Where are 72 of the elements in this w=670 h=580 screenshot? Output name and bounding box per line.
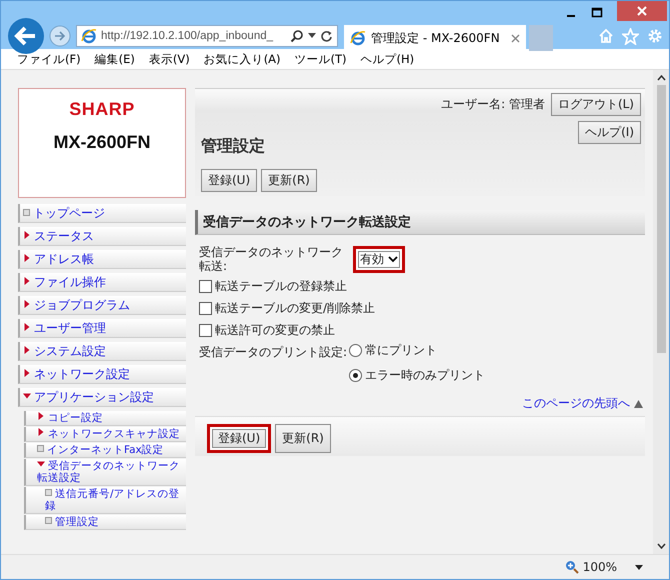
ie-icon	[81, 28, 97, 44]
back-icon[interactable]	[7, 17, 45, 55]
nav-item[interactable]: 送信元番号/アドレスの登録	[24, 487, 186, 514]
nav-item[interactable]: トップページ	[18, 204, 186, 223]
square-bullet-icon	[23, 209, 30, 216]
update-button[interactable]: 更新(R)	[261, 169, 317, 192]
checkbox[interactable]	[199, 302, 212, 315]
checkbox-option[interactable]: 転送テーブルの登録禁止	[199, 278, 645, 295]
user-name: ユーザー名: 管理者	[441, 96, 545, 113]
square-bullet-icon	[45, 489, 52, 496]
zoom-level[interactable]: 100%	[582, 560, 617, 574]
page-title: 管理設定	[201, 136, 266, 157]
scrollbar[interactable]	[653, 70, 669, 554]
caret-icon[interactable]	[308, 33, 316, 39]
nav-item[interactable]: インターネットFax設定	[24, 443, 186, 458]
star-icon[interactable]	[622, 28, 639, 44]
radio-button[interactable]	[349, 344, 362, 357]
menu-item[interactable]: ツール(T)	[288, 52, 355, 66]
menu-item[interactable]: 編集(E)	[88, 52, 143, 66]
radio-option[interactable]: エラー時のみプリント	[349, 367, 485, 384]
section-title: 受信データのネットワーク転送設定	[195, 210, 645, 235]
close-icon	[636, 5, 648, 17]
close-button[interactable]	[617, 1, 667, 21]
scroll-up-icon[interactable]	[656, 75, 666, 81]
page-top-link[interactable]: このページの先頭へ	[522, 395, 630, 412]
address-text: http://192.10.2.100/app_inbound_	[101, 30, 274, 42]
register-button[interactable]: 登録(U)	[201, 169, 258, 192]
radio-button[interactable]	[349, 369, 362, 382]
close-icon[interactable]	[511, 34, 520, 42]
zoom-icon[interactable]	[564, 560, 579, 574]
radio-option[interactable]: 常にプリント	[349, 342, 485, 359]
nav-item[interactable]: ジョブプログラム	[18, 296, 186, 315]
refresh-icon[interactable]	[320, 30, 333, 42]
nav-item[interactable]: ファイル操作	[18, 273, 186, 292]
update-button[interactable]: 更新(R)	[275, 424, 331, 453]
register-button[interactable]: 登録(U)	[207, 424, 272, 453]
nav-item[interactable]: システム設定	[18, 342, 186, 361]
address-bar[interactable]: http://192.10.2.100/app_inbound_	[76, 25, 338, 47]
nav-item[interactable]: ユーザー管理	[18, 319, 186, 338]
checkbox[interactable]	[199, 324, 212, 337]
checkbox-option[interactable]: 転送テーブルの変更/削除禁止	[199, 300, 645, 317]
nav-item[interactable]: アプリケーション設定	[18, 388, 186, 407]
nav-item[interactable]: ネットワークスキャナ設定	[24, 427, 186, 442]
checkbox-option[interactable]: 転送許可の変更の禁止	[199, 322, 645, 339]
field-label: 受信データのネットワーク転送:	[199, 245, 344, 273]
checkbox[interactable]	[199, 280, 212, 293]
ie-icon	[350, 30, 366, 46]
transfer-select[interactable]: 有効	[353, 246, 405, 273]
chevron-icon	[388, 256, 398, 263]
up-triangle-icon	[634, 400, 643, 408]
menu-item[interactable]: 表示(V)	[142, 52, 198, 66]
model-name: MX-2600FN	[53, 132, 151, 153]
maximize-icon[interactable]	[591, 7, 603, 19]
nav-item[interactable]: ステータス	[18, 227, 186, 246]
brand-logo: SHARP	[69, 99, 135, 120]
menu-item[interactable]: ヘルプ(H)	[354, 52, 422, 66]
nav-item[interactable]: ネットワーク設定	[18, 365, 186, 384]
nav-item[interactable]: コピー設定	[24, 411, 186, 426]
logout-button[interactable]: ログアウト(L)	[550, 93, 641, 116]
field-label: 受信データのプリント設定:	[199, 344, 348, 361]
scroll-down-icon[interactable]	[656, 543, 666, 549]
nav-item[interactable]: 受信データのネットワーク転送設定	[24, 459, 186, 486]
menu-item[interactable]: ファイル(F)	[11, 52, 89, 66]
menu-item[interactable]: お気に入り(A)	[198, 52, 289, 66]
caret-icon[interactable]	[635, 564, 643, 570]
nav-item[interactable]: アドレス帳	[18, 250, 186, 269]
browser-tab[interactable]: 管理設定 - MX-2600FN	[344, 25, 526, 51]
nav-item[interactable]: 管理設定	[24, 515, 186, 530]
square-bullet-icon	[45, 517, 52, 524]
help-button[interactable]: ヘルプ(I)	[578, 121, 641, 144]
square-bullet-icon	[37, 445, 44, 452]
search-icon[interactable]	[290, 29, 304, 43]
